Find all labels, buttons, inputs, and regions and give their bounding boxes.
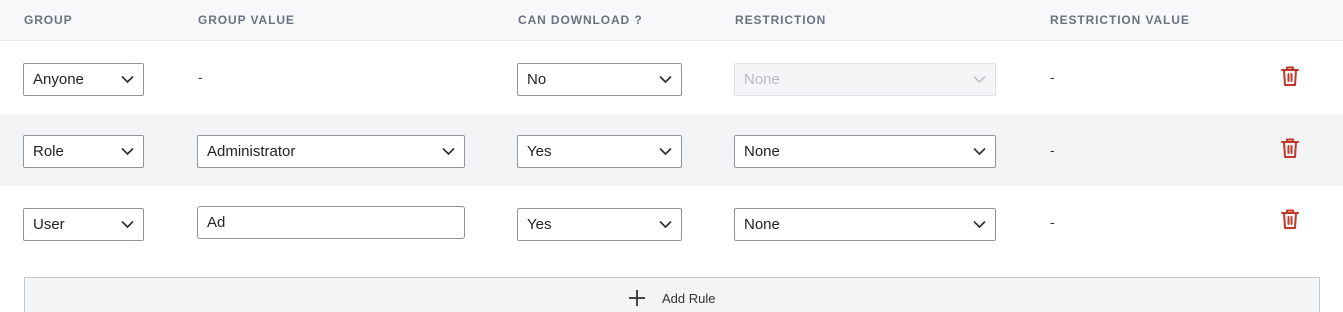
can-download-select[interactable]: Yes (517, 135, 682, 168)
add-rule-button[interactable]: Add Rule (24, 277, 1320, 312)
group-value-input-text: Ad (207, 214, 226, 231)
restriction-select-value: None (744, 216, 780, 233)
group-select[interactable]: Role (23, 135, 144, 168)
group-value-input[interactable]: Ad (197, 206, 465, 239)
trash-icon[interactable] (1280, 208, 1300, 230)
chevron-down-icon (659, 147, 672, 156)
group-select-value: Anyone (33, 71, 84, 88)
chevron-down-icon (659, 75, 672, 84)
group-select-value: User (33, 216, 65, 233)
column-header-group: GROUP (24, 13, 73, 27)
restriction-value-text: - (1050, 142, 1055, 158)
chevron-down-icon (121, 220, 134, 229)
can-download-select-value: Yes (527, 143, 552, 160)
can-download-select-value: No (527, 71, 547, 88)
restriction-select-value: None (744, 71, 780, 88)
table-row: Role Administrator Yes None - (0, 114, 1343, 186)
chevron-down-icon (973, 220, 986, 229)
chevron-down-icon (121, 75, 134, 84)
add-rule-label: Add Rule (662, 291, 716, 306)
group-value-select-value: Administrator (207, 143, 296, 160)
can-download-select-value: Yes (527, 216, 552, 233)
restriction-value-text: - (1050, 69, 1055, 85)
chevron-down-icon (442, 147, 455, 156)
group-value-select[interactable]: Administrator (197, 135, 465, 168)
can-download-select[interactable]: No (517, 63, 682, 96)
group-value-text: - (198, 69, 203, 85)
group-select[interactable]: User (23, 208, 144, 241)
restriction-select-value: None (744, 143, 780, 160)
table-row: Anyone - No None - (0, 42, 1343, 114)
column-header-restriction: RESTRICTION (735, 13, 827, 27)
can-download-select[interactable]: Yes (517, 208, 682, 241)
chevron-down-icon (121, 147, 134, 156)
chevron-down-icon (973, 147, 986, 156)
restriction-select[interactable]: None (734, 208, 996, 241)
restriction-select: None (734, 63, 996, 96)
column-header-restriction-value: RESTRICTION VALUE (1050, 13, 1190, 27)
trash-icon[interactable] (1280, 65, 1300, 87)
column-header-can-download: CAN DOWNLOAD ? (518, 13, 643, 27)
restriction-value-text: - (1050, 214, 1055, 230)
restriction-select[interactable]: None (734, 135, 996, 168)
table-row: User Ad Yes None - (0, 186, 1343, 258)
trash-icon[interactable] (1280, 137, 1300, 159)
group-select-value: Role (33, 143, 64, 160)
table-header: GROUP GROUP VALUE CAN DOWNLOAD ? RESTRIC… (0, 0, 1343, 41)
plus-icon (629, 290, 645, 306)
chevron-down-icon (659, 220, 672, 229)
column-header-group-value: GROUP VALUE (198, 13, 295, 27)
chevron-down-icon (973, 75, 986, 84)
group-select[interactable]: Anyone (23, 63, 144, 96)
